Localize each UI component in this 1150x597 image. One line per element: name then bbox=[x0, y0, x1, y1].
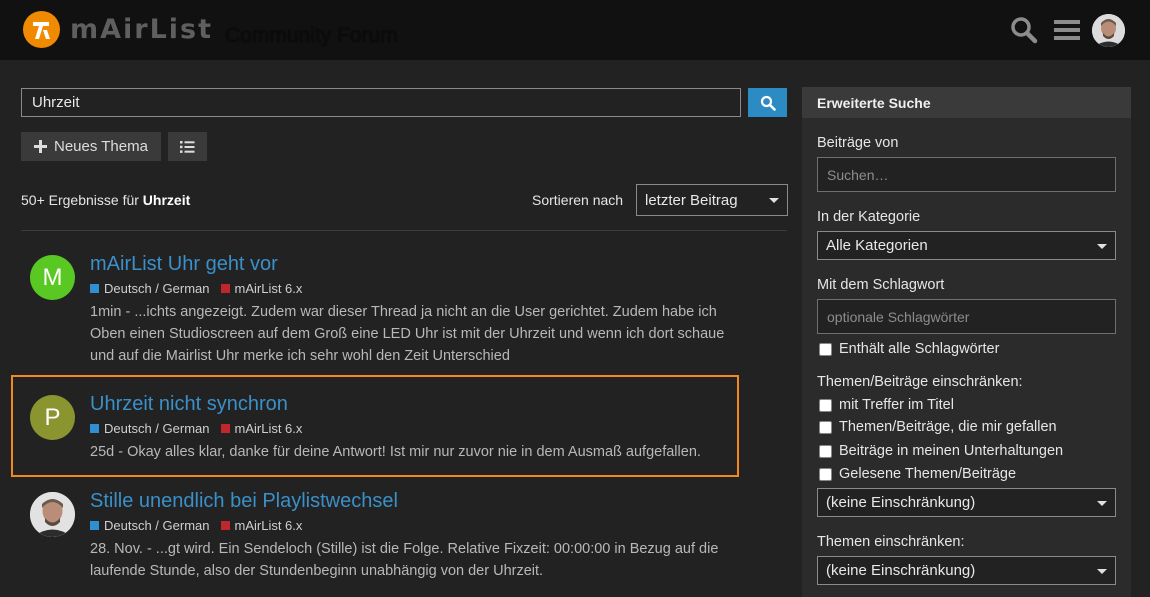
restrict-label: Themen/Beiträge einschränken: bbox=[817, 374, 1023, 390]
advanced-search-panel: Erweiterte Suche Beiträge von Suchen… In… bbox=[802, 87, 1131, 597]
result-meta: Deutsch / German mAirList 6.x bbox=[90, 421, 302, 436]
sort-select-value: letzter Beitrag bbox=[645, 191, 738, 209]
result-meta: Deutsch / German mAirList 6.x bbox=[90, 518, 302, 533]
result-blurb: 25d - Okay alles klar, danke für deine A… bbox=[90, 444, 701, 460]
topics-restrict-label: Themen einschränken: bbox=[817, 534, 965, 550]
new-topic-label: Neues Thema bbox=[54, 138, 148, 155]
results-count: 50+ Ergebnisse für Uhrzeit bbox=[21, 192, 190, 208]
hamburger-menu-icon[interactable] bbox=[1053, 14, 1080, 46]
category-select[interactable]: Alle Kategorien bbox=[817, 231, 1116, 260]
restrict-option-row[interactable]: Themen/Beiträge, die mir gefallen bbox=[819, 419, 1057, 435]
user-avatar[interactable] bbox=[1092, 14, 1125, 47]
result-tag-link[interactable]: mAirList 6.x bbox=[235, 518, 303, 533]
all-tags-label: Enthält alle Schlagwörter bbox=[839, 341, 1000, 357]
search-result: Stille unendlich bei Playlistwechsel Deu… bbox=[20, 487, 740, 597]
all-tags-checkbox[interactable] bbox=[819, 342, 832, 356]
restrict-option-checkbox[interactable] bbox=[819, 420, 832, 434]
tag-label: Mit dem Schlagwort bbox=[817, 277, 945, 293]
restrict-option-checkbox[interactable] bbox=[819, 467, 832, 481]
restrict-option-label: Beiträge in meinen Unterhaltungen bbox=[839, 443, 1064, 459]
avatar-letter: M bbox=[42, 263, 63, 291]
restrict-option-row[interactable]: mit Treffer im Titel bbox=[819, 397, 954, 413]
posts-by-label: Beiträge von bbox=[817, 135, 899, 151]
results-count-prefix: 50+ Ergebnisse für bbox=[21, 192, 139, 208]
site-header: mAirList Community Forum bbox=[0, 0, 1150, 60]
restrict-option-checkbox[interactable] bbox=[819, 398, 832, 412]
chevron-down-icon bbox=[769, 198, 779, 203]
result-avatar-photo[interactable] bbox=[30, 492, 75, 537]
sort-select[interactable]: letzter Beitrag bbox=[636, 184, 788, 216]
avatar-letter: P bbox=[44, 403, 61, 431]
restrict-option-row[interactable]: Gelesene Themen/Beiträge bbox=[819, 466, 1016, 482]
topics-restrict-select[interactable]: (keine Einschränkung) bbox=[817, 556, 1116, 585]
search-input[interactable]: Uhrzeit bbox=[21, 88, 741, 117]
restrict-select[interactable]: (keine Einschränkung) bbox=[817, 488, 1116, 517]
result-category-link[interactable]: Deutsch / German bbox=[104, 421, 210, 436]
result-blurb: 1min - ...ichts angezeigt. Zudem war die… bbox=[90, 304, 725, 364]
restrict-option-label: Themen/Beiträge, die mir gefallen bbox=[839, 419, 1057, 435]
search-result: P Uhrzeit nicht synchron Deutsch / Germa… bbox=[20, 390, 740, 470]
restrict-option-row[interactable]: Beiträge in meinen Unterhaltungen bbox=[819, 443, 1063, 459]
new-topic-button[interactable]: Neues Thema bbox=[21, 132, 161, 161]
topics-restrict-select-value: (keine Einschränkung) bbox=[826, 562, 976, 579]
list-icon bbox=[180, 140, 195, 153]
forum-title: Community Forum bbox=[225, 24, 398, 47]
all-tags-checkbox-row[interactable]: Enthält alle Schlagwörter bbox=[819, 341, 999, 357]
chevron-down-icon bbox=[1097, 243, 1107, 249]
result-title-link[interactable]: Stille unendlich bei Playlistwechsel bbox=[90, 490, 398, 513]
category-color-dot bbox=[90, 424, 99, 433]
bulk-select-button[interactable] bbox=[168, 132, 207, 161]
search-icon bbox=[760, 95, 776, 111]
site-logo[interactable]: mAirList bbox=[23, 11, 213, 48]
restrict-option-label: Gelesene Themen/Beiträge bbox=[839, 466, 1017, 482]
result-avatar[interactable]: P bbox=[30, 395, 75, 440]
result-blurb: 28. Nov. - ...gt wird. Ein Sendeloch (St… bbox=[90, 541, 719, 579]
mairlist-logo-icon bbox=[23, 11, 60, 48]
restrict-option-checkbox[interactable] bbox=[819, 444, 832, 458]
posts-by-input[interactable]: Suchen… bbox=[817, 157, 1116, 192]
result-title-link[interactable]: Uhrzeit nicht synchron bbox=[90, 393, 288, 416]
tag-color-dot bbox=[220, 521, 230, 530]
tag-input[interactable]: optionale Schlagwörter bbox=[817, 299, 1116, 334]
result-category-link[interactable]: Deutsch / German bbox=[104, 281, 210, 296]
result-tag-link[interactable]: mAirList 6.x bbox=[235, 281, 303, 296]
category-color-dot bbox=[90, 521, 99, 530]
tag-color-dot bbox=[220, 424, 230, 433]
plus-icon bbox=[34, 140, 47, 153]
category-label: In der Kategorie bbox=[817, 209, 921, 225]
category-color-dot bbox=[90, 284, 99, 293]
result-tag-link[interactable]: mAirList 6.x bbox=[235, 421, 303, 436]
tag-color-dot bbox=[220, 284, 230, 293]
advanced-search-header: Erweiterte Suche bbox=[802, 87, 1131, 118]
chevron-down-icon bbox=[1097, 568, 1107, 574]
advanced-search-heading: Erweiterte Suche bbox=[817, 95, 931, 111]
sort-label: Sortieren nach bbox=[532, 192, 624, 208]
result-avatar[interactable]: M bbox=[30, 255, 75, 300]
result-meta: Deutsch / German mAirList 6.x bbox=[90, 281, 302, 296]
search-result: M mAirList Uhr geht vor Deutsch / German… bbox=[20, 250, 740, 368]
result-category-link[interactable]: Deutsch / German bbox=[104, 518, 210, 533]
restrict-option-label: mit Treffer im Titel bbox=[839, 397, 954, 413]
restrict-select-value: (keine Einschränkung) bbox=[826, 494, 976, 511]
result-title-link[interactable]: mAirList Uhr geht vor bbox=[90, 253, 278, 276]
results-count-term: Uhrzeit bbox=[142, 192, 191, 208]
search-button[interactable] bbox=[748, 88, 787, 117]
category-select-value: Alle Kategorien bbox=[826, 237, 928, 254]
results-divider bbox=[21, 230, 787, 231]
chevron-down-icon bbox=[1097, 500, 1107, 506]
logo-wordmark: mAirList bbox=[70, 14, 214, 45]
search-icon[interactable] bbox=[1009, 14, 1039, 46]
